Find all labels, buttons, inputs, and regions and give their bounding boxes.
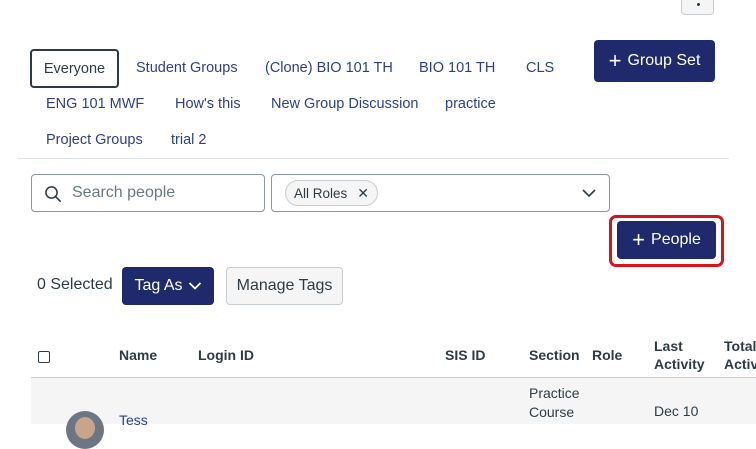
header-name[interactable]: Name [119,346,157,364]
tab-bio-101-th[interactable]: BIO 101 TH [419,60,495,76]
tab-new-group-discussion[interactable]: New Group Discussion [271,96,418,112]
role-filter-select[interactable]: All Roles ✕ [271,174,610,212]
chevron-down-icon [582,189,596,198]
tab-clone-bio-101-th[interactable]: (Clone) BIO 101 TH [265,60,393,76]
avatar [66,411,104,449]
tag-as-button[interactable]: Tag As [122,267,214,305]
row-last-activity: Dec 10 [654,403,699,419]
people-label: People [651,231,701,248]
tab-eng-101-mwf[interactable]: ENG 101 MWF [46,96,144,112]
add-people-button[interactable]: + People [617,221,716,259]
add-group-set-button[interactable]: + Group Set [594,40,715,82]
select-all-checkbox[interactable] [38,351,50,363]
tab-project-groups[interactable]: Project Groups [46,132,143,148]
more-options-button[interactable] [681,0,714,15]
header-last-activity-line1: Last [654,338,683,354]
tab-student-groups[interactable]: Student Groups [136,60,238,76]
search-input[interactable] [70,183,259,203]
chevron-down-icon [188,282,201,290]
row-section-line2: Course [529,404,575,420]
tab-trial-2[interactable]: trial 2 [171,132,206,148]
tab-everyone[interactable]: Everyone [30,49,119,88]
header-total-activity-line1: Total [724,338,756,354]
tab-cls[interactable]: CLS [526,60,554,76]
tab-hows-this[interactable]: How's this [175,96,241,112]
row-section-line1: Practice [529,385,580,401]
role-chip[interactable]: All Roles ✕ [285,180,379,206]
header-section[interactable]: Section [529,346,580,364]
header-sis-id[interactable]: SIS ID [445,346,485,364]
divider [18,158,729,159]
selected-count: 0 Selected [37,276,113,293]
manage-tags-button[interactable]: Manage Tags [226,267,343,305]
user-name-link[interactable]: Tess [119,411,148,430]
search-icon [45,186,62,203]
header-last-activity[interactable]: Last Activity [654,337,705,373]
row-section: Practice Course [529,384,580,422]
ellipsis-vertical-icon [697,3,700,6]
plus-icon: + [632,227,646,252]
search-field[interactable] [31,174,265,212]
group-set-label: Group Set [627,52,701,69]
header-role[interactable]: Role [592,346,622,364]
tab-practice[interactable]: practice [445,96,496,112]
header-login-id[interactable]: Login ID [198,346,254,364]
plus-icon: + [608,48,622,73]
header-total-activity-line2: Activity [724,356,756,372]
header-last-activity-line2: Activity [654,356,705,372]
header-total-activity[interactable]: Total Activity [724,337,756,373]
close-icon[interactable]: ✕ [357,185,369,202]
role-chip-label: All Roles [294,185,348,201]
tag-as-label: Tag As [134,277,183,294]
